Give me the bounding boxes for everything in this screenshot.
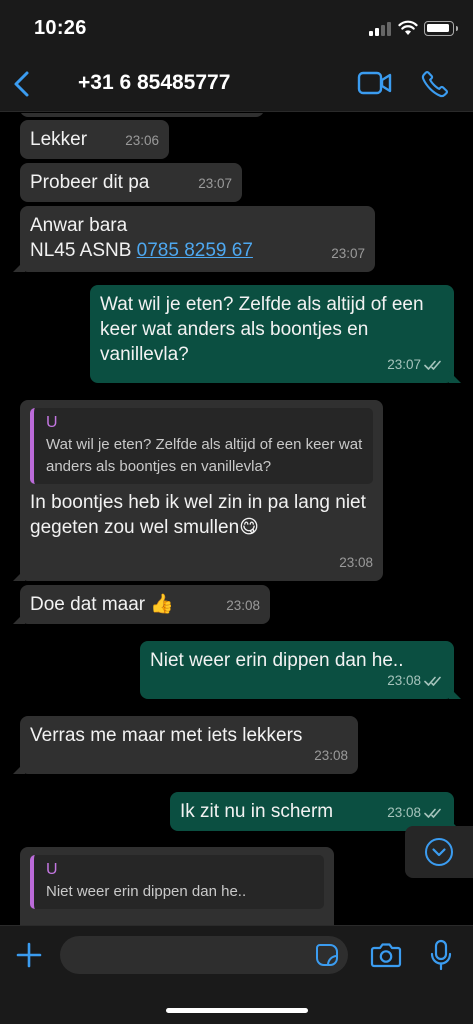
- yum-emoji: 😋: [239, 517, 259, 538]
- quote-text: Wat wil je eten? Zelfde als altijd of ee…: [46, 436, 363, 475]
- outgoing-message[interactable]: Niet weer erin dippen dan he.. 23:08: [140, 641, 461, 699]
- quoted-message[interactable]: U Niet weer erin dippen dan he..: [30, 855, 324, 909]
- quote-author: U: [46, 414, 58, 431]
- chat-header: +31 6 85485777: [0, 56, 473, 112]
- status-bar: 10:26: [0, 0, 473, 56]
- message-text: Probeer dit pa: [30, 172, 150, 193]
- read-receipt-icon: [424, 360, 441, 370]
- message-text: Doe dat maar: [30, 594, 146, 615]
- cellular-signal-icon: [369, 22, 391, 36]
- battery-icon: [424, 21, 458, 36]
- outgoing-message[interactable]: Wat wil je eten? Zelfde als altijd of ee…: [90, 285, 461, 383]
- account-number-link[interactable]: 0785 8259 67: [137, 240, 253, 261]
- phone-icon[interactable]: [420, 69, 450, 99]
- quoted-message[interactable]: U Wat wil je eten? Zelfde als altijd of …: [30, 408, 373, 484]
- message-text: Ik zit nu in scherm: [180, 801, 334, 822]
- message-text-line: Anwar bara: [30, 215, 128, 236]
- video-call-icon[interactable]: [357, 70, 393, 96]
- back-chevron-icon[interactable]: [10, 70, 34, 98]
- message-time: 23:08: [226, 598, 260, 613]
- message-time: 23:07: [198, 176, 232, 191]
- message-text-line: NL45 ASNB: [30, 240, 137, 261]
- status-time: 10:26: [34, 17, 87, 39]
- thumbs-up-emoji: 👍: [150, 594, 175, 615]
- home-indicator: [166, 1008, 308, 1013]
- partial-message-bubble[interactable]: [20, 113, 264, 117]
- message-list[interactable]: Lekker 23:06 Probeer dit pa 23:07 Anwar …: [0, 113, 473, 925]
- sticker-icon[interactable]: [315, 943, 339, 967]
- message-text: Verras me maar met iets lekkers: [30, 725, 303, 746]
- scroll-down-icon: [425, 838, 453, 866]
- message-time: 23:08: [387, 800, 444, 825]
- message-text: Lekker: [30, 129, 88, 150]
- message-time: 23:07: [387, 352, 444, 377]
- incoming-message[interactable]: Lekker 23:06: [20, 120, 169, 159]
- scroll-to-bottom-button[interactable]: [405, 826, 473, 878]
- message-text: Wat wil je eten? Zelfde als altijd of ee…: [100, 294, 424, 365]
- camera-icon[interactable]: [370, 941, 402, 969]
- message-text: In boontjes heb ik wel zin in pa lang ni…: [30, 492, 366, 538]
- incoming-message[interactable]: Probeer dit pa 23:07: [20, 163, 242, 202]
- message-time: 23:08: [314, 748, 348, 763]
- message-input[interactable]: [60, 936, 348, 974]
- message-time: 23:08: [339, 555, 373, 570]
- quote-author: U: [46, 861, 58, 878]
- incoming-message[interactable]: Anwar bara NL45 ASNB 0785 8259 67 23:07: [13, 206, 375, 272]
- message-time: 23:07: [331, 246, 365, 261]
- plus-icon[interactable]: [15, 941, 43, 969]
- read-receipt-icon: [424, 676, 441, 686]
- quote-text: Niet weer erin dippen dan he..: [46, 883, 247, 900]
- contact-name[interactable]: +31 6 85485777: [78, 71, 230, 95]
- compose-bar: [0, 925, 473, 1024]
- message-time: 23:08: [387, 668, 444, 693]
- message-time: 23:06: [125, 133, 159, 148]
- wifi-icon: [398, 20, 418, 35]
- message-text: Niet weer erin dippen dan he..: [150, 650, 404, 671]
- microphone-icon[interactable]: [430, 939, 452, 971]
- incoming-message[interactable]: Doe dat maar 👍 23:08: [13, 585, 270, 624]
- incoming-reply-message[interactable]: U Niet weer erin dippen dan he..: [20, 847, 334, 925]
- incoming-message[interactable]: Verras me maar met iets lekkers 23:08: [13, 716, 358, 774]
- incoming-reply-message[interactable]: U Wat wil je eten? Zelfde als altijd of …: [13, 400, 383, 581]
- read-receipt-icon: [424, 808, 441, 818]
